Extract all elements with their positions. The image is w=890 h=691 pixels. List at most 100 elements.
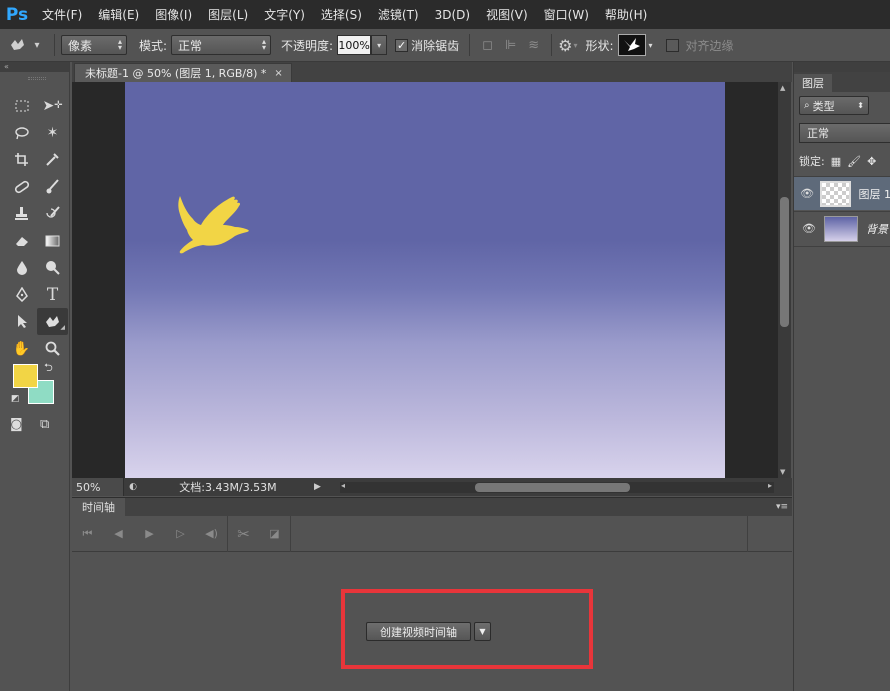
path-selection-tool-icon[interactable] [6,308,37,335]
antialias-checkbox[interactable]: ✓ [395,38,409,52]
zoom-tool-icon[interactable] [37,335,68,362]
horizontal-scrollbar[interactable]: ◂ ▸ [340,481,774,493]
shape-dropdown-arrow[interactable]: ▾ [646,35,656,55]
gradient-tool-icon[interactable] [37,227,68,254]
chevron-down-icon[interactable]: ▾ [573,41,577,50]
menu-image[interactable]: 图像(I) [147,6,200,23]
grip-icon[interactable] [28,77,46,80]
document-canvas[interactable] [125,82,725,478]
next-frame-icon[interactable]: ▷ [165,516,196,552]
opacity-input[interactable]: 100% [337,35,372,55]
brush-tool-icon[interactable] [37,173,68,200]
custom-shape-icon [11,39,25,50]
bird-shape-layer[interactable] [177,194,251,256]
menu-help[interactable]: 帮助(H) [597,6,655,23]
eyedropper-tool-icon[interactable] [37,146,68,173]
menu-3d[interactable]: 3D(D) [427,8,478,22]
crop-tool-icon[interactable] [6,146,37,173]
blend-mode-select[interactable]: 正常 ▴ ▾ [171,35,272,55]
zoom-level-input[interactable]: 50% [72,478,124,496]
collapse-panel-icon[interactable]: « [0,62,69,72]
previous-frame-icon[interactable]: ◀ [103,516,134,552]
menu-file[interactable]: 文件(F) [34,6,90,23]
audio-icon[interactable]: ◀) [196,516,227,552]
layer-thumbnail [820,180,851,207]
lock-position-icon[interactable]: ✥ [867,155,876,168]
layer-row[interactable]: 👁 图层 1 [794,176,890,210]
lasso-tool-icon[interactable] [6,119,37,146]
menu-type[interactable]: 文字(Y) [256,6,313,23]
document-tab-title: 未标题-1 @ 50% (图层 1, RGB/8) * [85,67,267,80]
document-tab[interactable]: 未标题-1 @ 50% (图层 1, RGB/8) * × [74,63,292,82]
scroll-right-icon[interactable]: ▸ [768,481,772,490]
menu-layer[interactable]: 图层(L) [200,6,256,23]
vertical-scroll-thumb[interactable] [780,197,789,327]
scroll-down-icon[interactable]: ▼ [780,468,785,476]
horizontal-scroll-thumb[interactable] [475,483,630,492]
foreground-color-swatch[interactable] [13,364,38,388]
split-scissors-icon[interactable]: ✂ [228,516,259,552]
layers-tab[interactable]: 图层 [794,74,832,92]
options-bar: ▾ 像素 ▴ ▾ 模式: 正常 ▴ ▾ 不透明度: 100% ▾ ✓ 消除锯齿 ◻ … [0,29,890,62]
path-ops-icon[interactable]: ◻ [482,38,493,53]
opacity-dropdown[interactable]: ▾ [371,35,388,55]
create-video-timeline-button[interactable]: 创建视频时间轴 [366,622,471,641]
transition-icon[interactable]: ◪ [259,516,290,552]
blur-tool-icon[interactable] [6,254,37,281]
screen-mode-icon[interactable]: ⧉ [40,417,49,432]
vertical-scrollbar[interactable]: ▲ ▼ [778,82,791,478]
menu-window[interactable]: 窗口(W) [536,6,597,23]
default-colors-icon[interactable]: ◩ [11,394,20,404]
menu-edit[interactable]: 编辑(E) [90,6,147,23]
document-size-info: 文档:3.43M/3.53M [179,481,277,494]
type-tool-icon[interactable]: T [37,281,68,308]
close-icon[interactable]: × [274,68,282,79]
swap-colors-icon[interactable]: ⮌ [44,359,53,378]
separator [551,34,553,56]
lock-brush-icon[interactable]: 🖌 [847,155,861,168]
layer-blend-mode-select[interactable]: 正常 [799,123,890,143]
status-menu-arrow-icon[interactable]: ▶ [314,482,326,492]
play-icon[interactable]: ▶ [134,516,165,552]
menu-filter[interactable]: 滤镜(T) [370,6,427,23]
layer-filter-value: 类型 [812,99,835,113]
timeline-type-dropdown[interactable]: ▼ [474,622,491,641]
menu-select[interactable]: 选择(S) [313,6,370,23]
tool-mode-select[interactable]: 像素 ▴ ▾ [61,35,127,55]
panel-menu-icon[interactable]: ▾≡ [776,502,792,512]
pen-tool-icon[interactable] [6,281,37,308]
dodge-tool-icon[interactable] [37,254,68,281]
canvas-area[interactable] [72,82,778,478]
layer-thumbnail [824,215,858,242]
path-arrange-icon[interactable]: ≋ [528,38,539,53]
clone-stamp-tool-icon[interactable] [6,200,37,227]
visibility-eye-icon[interactable]: 👁 [794,222,824,235]
layer-filter-select[interactable]: ⌕ 类型 ⬍ [799,96,869,115]
separator [54,34,55,56]
visibility-eye-icon[interactable]: 👁 [794,187,820,200]
quick-mask-icon[interactable]: ◙ [10,417,23,432]
gear-icon[interactable]: ⚙ [558,36,572,55]
align-edges-checkbox[interactable] [665,38,679,52]
go-to-first-frame-icon[interactable]: ⏮ [72,516,103,552]
path-align-icon[interactable]: ⊫ [505,38,516,53]
custom-shape-tool-icon[interactable]: ◢ [37,308,68,335]
scroll-up-icon[interactable]: ▲ [780,84,785,92]
status-info-icon[interactable]: ◐ [124,478,142,496]
eraser-tool-icon[interactable] [6,227,37,254]
timeline-controls: ⏮ ◀ ▶ ▷ ◀) ✂ ◪ [72,515,792,552]
shape-picker[interactable] [617,34,646,56]
history-brush-tool-icon[interactable] [37,200,68,227]
move-tool-icon[interactable]: ➤ ✛ [37,92,68,119]
lock-transparent-icon[interactable]: ▦ [831,155,841,168]
timeline-tab[interactable]: 时间轴 [72,498,125,516]
healing-brush-tool-icon[interactable] [6,173,37,200]
hand-tool-icon[interactable]: ✋ [6,335,37,362]
magic-wand-tool-icon[interactable]: ✶ [37,119,68,146]
menu-view[interactable]: 视图(V) [478,6,536,23]
scroll-left-icon[interactable]: ◂ [341,481,345,490]
timeline-panel: 时间轴 ▾≡ ⏮ ◀ ▶ ▷ ◀) ✂ ◪ 创建视频时间轴 ▼ [72,497,792,691]
layer-row[interactable]: 👁 背景 [794,211,890,245]
marquee-tool-icon[interactable] [6,92,37,119]
tool-preset-picker[interactable]: ▾ [0,29,48,62]
